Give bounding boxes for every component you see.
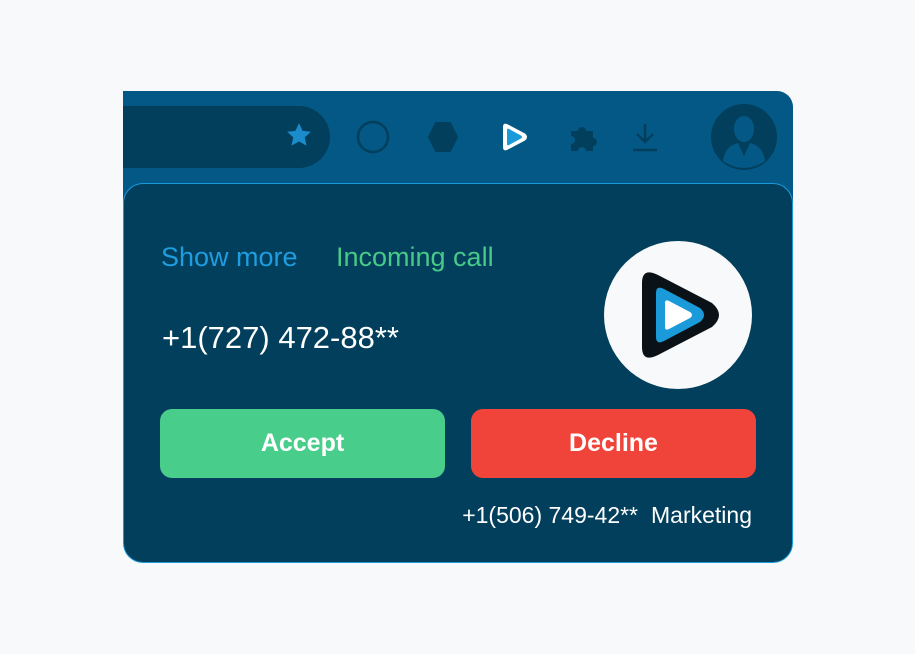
call-status-label: Incoming call <box>336 242 494 272</box>
star-icon[interactable] <box>284 120 314 150</box>
address-bar[interactable] <box>123 106 330 168</box>
user-avatar-icon[interactable] <box>711 104 777 170</box>
line-name: Marketing <box>651 502 752 528</box>
decline-button[interactable]: Decline <box>471 409 756 478</box>
puzzle-extension-icon[interactable] <box>565 119 601 155</box>
line-number: +1(506) 749-42** <box>462 502 639 528</box>
play-logo-icon <box>642 272 719 358</box>
download-icon[interactable] <box>627 119 663 155</box>
accept-button[interactable]: Accept <box>160 409 445 478</box>
incoming-call-popup: Show more Incoming call +1(727) 472-88**… <box>123 183 793 563</box>
app-logo <box>604 241 752 389</box>
hexagon-icon[interactable] <box>425 119 461 155</box>
circle-icon[interactable] <box>355 119 391 155</box>
caller-number: +1(727) 472-88** <box>162 320 399 355</box>
show-more-link[interactable]: Show more <box>161 242 298 273</box>
line-info: +1(506) 749-42** Marketing <box>462 502 752 529</box>
play-logo-icon[interactable] <box>496 119 532 155</box>
